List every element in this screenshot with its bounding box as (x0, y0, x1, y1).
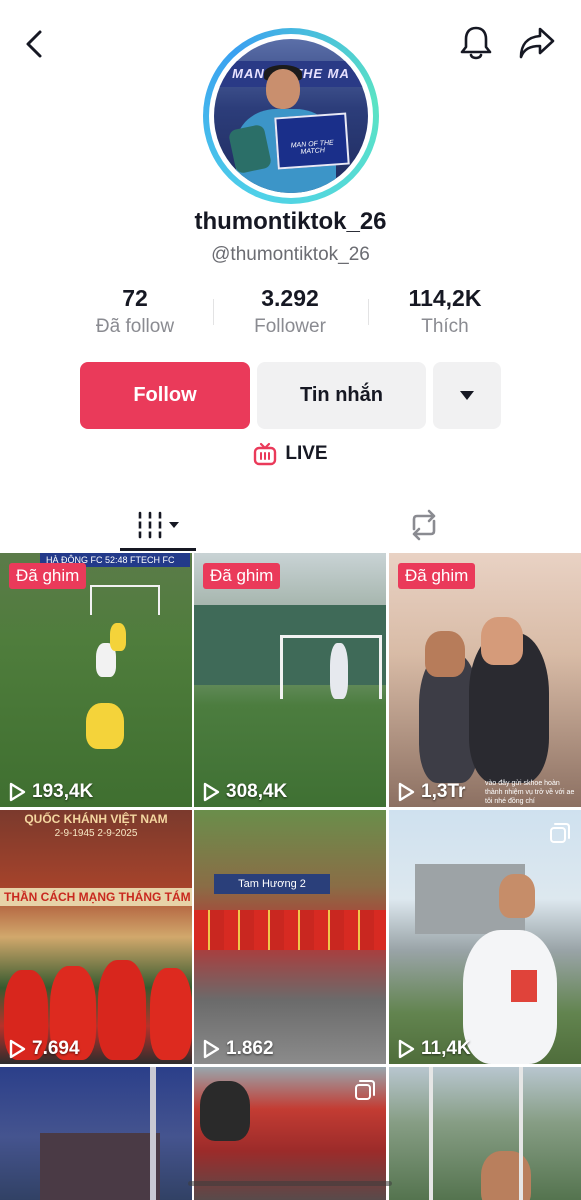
banner-dates: 2-9-1945 2-9-2025 (54, 828, 138, 839)
chevron-left-icon (26, 30, 42, 58)
stat-divider (213, 299, 214, 325)
name-badge (511, 970, 537, 1002)
view-count: 1.862 (202, 1038, 274, 1060)
follow-button[interactable]: Follow (80, 362, 250, 429)
face (481, 617, 523, 665)
mausoleum-building (40, 1133, 160, 1200)
flag-row (194, 910, 386, 950)
tab-repost[interactable] (386, 500, 462, 550)
profile-handle: @thumontiktok_26 (211, 244, 370, 265)
stat-value: 3.292 (261, 285, 319, 311)
play-outline-icon (203, 1039, 220, 1059)
play-outline-icon (9, 782, 26, 802)
view-count-text: 11,4K (421, 1038, 471, 1059)
share-button[interactable] (516, 22, 558, 64)
carousel-icon (355, 1080, 375, 1100)
person-figure (150, 968, 192, 1060)
stat-value: 72 (122, 285, 148, 311)
stat-followers[interactable]: 3.292 Follower (215, 285, 365, 338)
view-count-text: 7.694 (32, 1038, 80, 1059)
goal-frame (90, 585, 160, 615)
stat-label: Đã follow (95, 316, 175, 337)
player-figure (86, 703, 124, 749)
view-count-text: 1,3Tr (421, 781, 466, 802)
avatar-ring[interactable]: MAN OF THE MA MAN OF THE MATCH (203, 28, 379, 204)
person-figure (200, 1081, 250, 1141)
lamp-post (150, 1067, 156, 1200)
stat-divider (368, 299, 369, 325)
live-link[interactable]: LIVE (0, 442, 581, 466)
video-thumbnail[interactable]: 11,4K (389, 810, 581, 1064)
content-tabs (0, 500, 581, 554)
pinned-badge: Đã ghim (9, 563, 87, 589)
video-grid: HÀ ĐÔNG FC 52:48 FTECH FC Đã ghim 193,4K… (0, 553, 581, 1200)
message-button[interactable]: Tin nhắn (257, 362, 426, 429)
pinned-badge: Đã ghim (398, 563, 476, 589)
profile-stats: 72 Đã follow 3.292 Follower 114,2K Thích (60, 285, 521, 345)
active-tab-indicator (120, 548, 196, 551)
avatar-face (266, 69, 300, 109)
more-options-button[interactable] (433, 362, 501, 429)
notification-bell-button[interactable] (455, 22, 497, 64)
view-count: 193,4K (8, 781, 93, 803)
flag-pole (519, 1067, 523, 1200)
bell-icon (460, 26, 492, 60)
triangle-down-icon (460, 390, 474, 400)
carousel-icon (550, 823, 570, 843)
video-thumbnail[interactable]: HÀ ĐÔNG FC 52:48 FTECH FC Đã ghim 193,4K (0, 553, 192, 807)
video-thumbnail[interactable] (0, 1067, 192, 1200)
repost-icon (412, 509, 436, 541)
home-indicator[interactable] (188, 1181, 392, 1186)
play-outline-icon (9, 1039, 26, 1059)
stat-label: Thích (421, 316, 469, 337)
tv-live-icon (254, 442, 277, 466)
view-count-text: 308,4K (226, 781, 288, 802)
banner-slogan: THẦN CÁCH MẠNG THÁNG TÁM VÀ QUỐC (0, 888, 192, 906)
live-label: LIVE (285, 443, 328, 464)
view-count: 308,4K (202, 781, 287, 803)
play-outline-icon (398, 1039, 415, 1059)
share-arrow-icon (519, 27, 555, 59)
face (425, 631, 465, 677)
school-sign: Tam Hương 2 (214, 874, 330, 894)
stat-label: Follower (254, 316, 326, 337)
play-outline-icon (398, 782, 415, 802)
grid-bars-icon (136, 511, 179, 539)
video-thumbnail[interactable]: vào đây gửi skhoe hoàn thành nhiệm vụ tr… (389, 553, 581, 807)
flag-pole (429, 1067, 433, 1200)
pinned-badge: Đã ghim (203, 563, 281, 589)
player-figure (110, 623, 126, 651)
view-count: 1,3Tr (397, 781, 465, 803)
play-outline-icon (203, 782, 220, 802)
view-count-text: 193,4K (32, 781, 94, 802)
view-count: 11,4K (397, 1038, 471, 1060)
face (481, 1151, 531, 1200)
video-thumbnail[interactable]: Tam Hương 2 1.862 (194, 810, 386, 1064)
avatar: MAN OF THE MA MAN OF THE MATCH (214, 39, 368, 193)
back-button[interactable] (14, 24, 54, 64)
video-caption: vào đây gửi skhoe hoàn thành nhiệm vụ tr… (485, 780, 575, 805)
video-thumbnail[interactable]: QUỐC KHÁNH VIỆT NAM 2-9-1945 2-9-2025 TH… (0, 810, 192, 1064)
stat-likes[interactable]: 114,2K Thích (370, 285, 520, 338)
stat-following[interactable]: 72 Đã follow (60, 285, 210, 338)
profile-username: thumontiktok_26 (194, 208, 387, 235)
view-count-text: 1.862 (226, 1038, 274, 1059)
view-count: 7.694 (8, 1038, 80, 1060)
tab-videos[interactable] (120, 500, 196, 550)
video-thumbnail[interactable]: Đã ghim 308,4K (194, 553, 386, 807)
person-figure (98, 960, 146, 1060)
avatar-award-board: MAN OF THE MATCH (274, 112, 350, 170)
face (499, 874, 535, 918)
stat-value: 114,2K (408, 285, 482, 311)
goalkeeper-figure (330, 643, 348, 699)
video-thumbnail[interactable] (389, 1067, 581, 1200)
banner-headline: QUỐC KHÁNH VIỆT NAM (24, 812, 168, 826)
person-figure (463, 930, 557, 1064)
